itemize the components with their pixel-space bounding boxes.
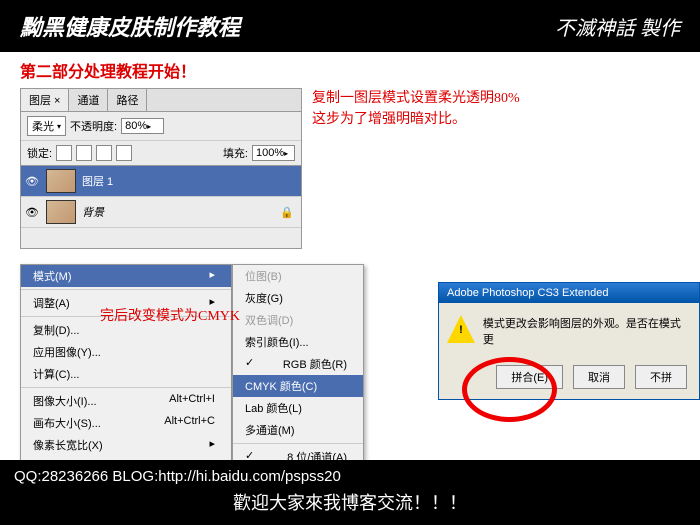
layer-thumbnail xyxy=(46,200,76,224)
lock-label: 锁定: xyxy=(27,145,52,161)
menu-canvas-size[interactable]: 画布大小(S)...Alt+Ctrl+C xyxy=(21,412,231,434)
cancel-button[interactable]: 取消 xyxy=(573,365,625,389)
tab-layers[interactable]: 图层 × xyxy=(21,89,69,111)
menu-image-size[interactable]: 图像大小(I)...Alt+Ctrl+I xyxy=(21,390,231,412)
dialog-message: 模式更改会影响图层的外观。是否在模式更 xyxy=(483,315,691,347)
menu-pixel-ratio[interactable]: 像素长宽比(X)▸ xyxy=(21,434,231,456)
menu-bitmap[interactable]: 位图(B) xyxy=(233,265,363,287)
opacity-input[interactable]: 80%▸ xyxy=(121,118,164,134)
layer-name: 图层 1 xyxy=(82,173,113,189)
menu-apply-image[interactable]: 应用图像(Y)... xyxy=(21,341,231,363)
menu-calculations[interactable]: 计算(C)... xyxy=(21,363,231,385)
menu-multichannel[interactable]: 多通道(M) xyxy=(233,419,363,441)
tab-channels[interactable]: 通道 xyxy=(69,89,108,111)
lock-position-icon[interactable] xyxy=(96,145,112,161)
footer-welcome: 歡迎大家來我博客交流！！！ xyxy=(14,489,686,515)
lock-all-icon[interactable] xyxy=(116,145,132,161)
menu-grayscale[interactable]: 灰度(G) xyxy=(233,287,363,309)
layers-panel: 图层 × 通道 路径 柔光 不透明度: 80%▸ 锁定: 填充: 100%▸ 👁… xyxy=(20,88,302,249)
warning-icon xyxy=(447,315,475,343)
lock-paint-icon[interactable] xyxy=(76,145,92,161)
opacity-label: 不透明度: xyxy=(70,118,117,134)
fill-input[interactable]: 100%▸ xyxy=(252,145,295,161)
layer-thumbnail xyxy=(46,169,76,193)
visibility-icon[interactable]: 👁 xyxy=(24,206,40,219)
fill-label: 填充: xyxy=(223,145,248,161)
header: 黝黑健康皮肤制作教程 不滅神話 製作 xyxy=(0,0,700,52)
blend-mode-select[interactable]: 柔光 xyxy=(27,116,66,136)
menu-indexed[interactable]: 索引颜色(I)... xyxy=(233,331,363,353)
footer-contact: QQ:28236266 BLOG:http://hi.baidu.com/psp… xyxy=(14,468,686,485)
menu-lab[interactable]: Lab 颜色(L) xyxy=(233,397,363,419)
page-title: 黝黑健康皮肤制作教程 xyxy=(20,10,240,42)
visibility-icon[interactable]: 👁 xyxy=(24,175,40,188)
layer-row-bg[interactable]: 👁 背景 🔒 xyxy=(21,197,301,228)
mode-change-note: 完后改变模式为CMYK xyxy=(100,305,240,325)
footer: QQ:28236266 BLOG:http://hi.baidu.com/psp… xyxy=(0,460,700,525)
layer-name: 背景 xyxy=(82,204,104,220)
tab-paths[interactable]: 路径 xyxy=(108,89,147,111)
lock-transparent-icon[interactable] xyxy=(56,145,72,161)
mode-submenu: 位图(B) 灰度(G) 双色调(D) 索引颜色(I)... ✓RGB 颜色(R)… xyxy=(232,264,364,469)
menu-duotone[interactable]: 双色调(D) xyxy=(233,309,363,331)
lock-icon: 🔒 xyxy=(280,206,294,219)
panel-tabs: 图层 × 通道 路径 xyxy=(21,89,301,112)
section-subtitle: 第二部分处理教程开始！ xyxy=(0,52,700,88)
highlight-circle xyxy=(462,357,557,422)
menu-rgb[interactable]: ✓RGB 颜色(R) xyxy=(233,353,363,375)
dialog-title: Adobe Photoshop CS3 Extended xyxy=(439,283,699,303)
image-menu: 模式(M)▸ 调整(A)▸ 复制(D)... 应用图像(Y)... 计算(C).… xyxy=(20,264,232,469)
no-flatten-button[interactable]: 不拼 xyxy=(635,365,687,389)
header-logo: 不滅神話 製作 xyxy=(555,12,680,41)
menu-cmyk[interactable]: CMYK 颜色(C) xyxy=(233,375,363,397)
menu-mode[interactable]: 模式(M)▸ xyxy=(21,265,231,287)
step-description: 复制一图层模式设置柔光透明80% 这步为了增强明暗对比。 xyxy=(312,88,520,249)
layer-row-1[interactable]: 👁 图层 1 xyxy=(21,166,301,197)
